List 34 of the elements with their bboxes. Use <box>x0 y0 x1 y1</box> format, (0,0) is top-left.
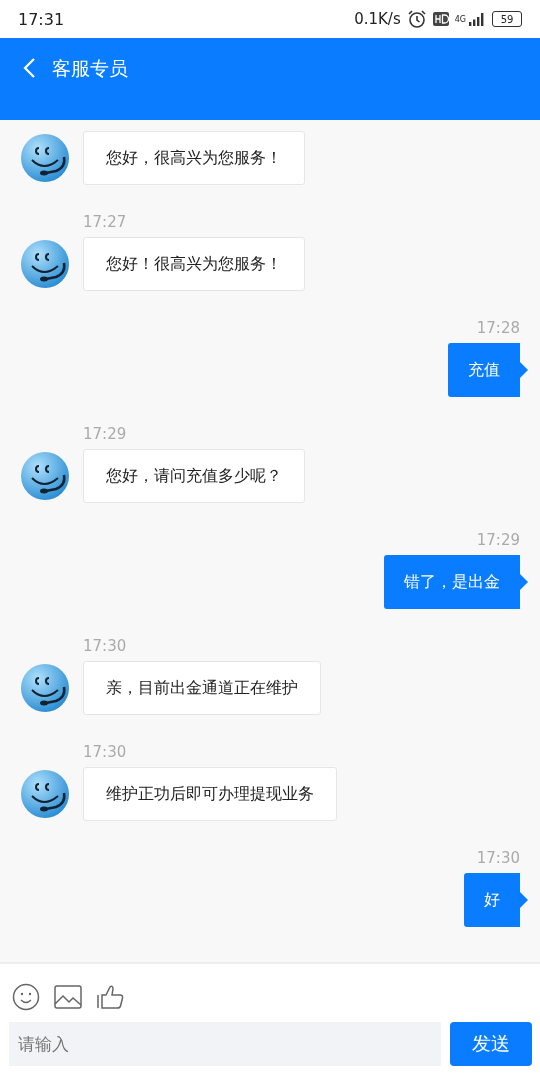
emoji-icon[interactable] <box>12 983 40 1011</box>
network-type: 4G <box>454 15 466 24</box>
message-input[interactable]: 请输入 <box>9 1022 441 1066</box>
alarm-icon <box>406 9 427 29</box>
message-time: 17:29 <box>475 531 521 549</box>
message-bubble: 您好！很高兴为您服务！ <box>83 237 305 291</box>
message-time: 17:27 <box>82 213 128 231</box>
message-bubble: 您好，很高兴为您服务！ <box>83 131 305 185</box>
message-time: 17:29 <box>82 425 128 443</box>
message-bubble: 充值 <box>448 343 528 397</box>
message-time: 17:30 <box>82 743 128 761</box>
hd-icon <box>432 12 449 26</box>
message-time: 17:30 <box>475 849 521 867</box>
header-title: 客服专员 <box>52 56 128 81</box>
signal-icon <box>468 12 486 26</box>
agent-avatar-icon <box>20 663 70 713</box>
message-bubble: 好 <box>464 873 528 927</box>
agent-avatar-icon <box>20 133 70 183</box>
agent-avatar-icon <box>20 769 70 819</box>
image-icon[interactable] <box>54 985 82 1009</box>
battery-icon: 59 <box>492 11 522 27</box>
thumbs-up-icon[interactable] <box>96 984 124 1010</box>
message-bubble: 维护正功后即可办理提现业务 <box>83 767 337 821</box>
back-icon[interactable] <box>22 57 36 79</box>
network-speed: 0.1K/s <box>354 10 401 28</box>
message-bubble: 亲，目前出金通道正在维护 <box>83 661 321 715</box>
message-time: 17:30 <box>82 637 128 655</box>
status-time: 17:31 <box>18 9 65 29</box>
agent-avatar-icon <box>20 239 70 289</box>
message-bubble: 错了，是出金 <box>384 555 528 609</box>
agent-avatar-icon <box>20 451 70 501</box>
send-button[interactable]: 发送 <box>450 1022 532 1066</box>
message-time: 17:28 <box>475 319 521 337</box>
message-bubble: 您好，请问充值多少呢？ <box>83 449 305 503</box>
